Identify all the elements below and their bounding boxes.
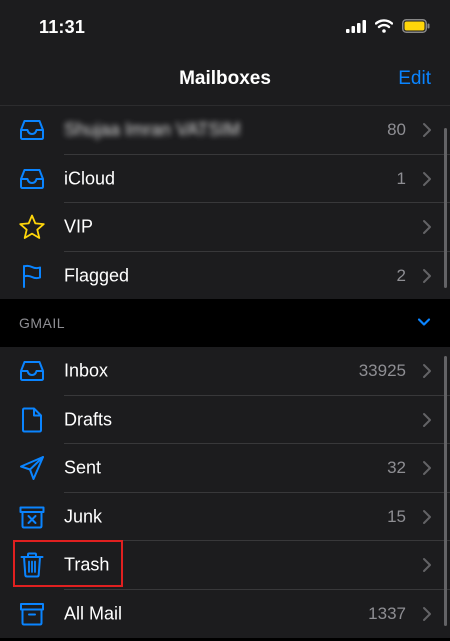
inbox-tray-icon — [18, 116, 46, 144]
edit-button[interactable]: Edit — [398, 68, 431, 90]
document-icon — [18, 406, 46, 434]
inbox-tray-icon — [18, 357, 46, 385]
mailbox-count: 15 — [387, 506, 406, 526]
navigation-bar: Mailboxes Edit — [0, 56, 450, 106]
chevron-right-icon — [423, 123, 431, 138]
mailbox-row-icloud[interactable]: iCloud 1 — [0, 155, 450, 203]
trash-highlight-box — [13, 540, 123, 587]
mailbox-row-vip[interactable]: VIP — [0, 203, 450, 252]
mailbox-label: iCloud — [64, 168, 116, 189]
mailbox-label: Sent — [64, 457, 102, 478]
mailbox-label: Drafts — [64, 409, 113, 430]
mailbox-count: 80 — [387, 120, 406, 140]
chevron-right-icon — [423, 558, 431, 573]
chevron-right-icon — [423, 171, 431, 186]
scrollbar[interactable] — [444, 356, 447, 626]
junk-bin-icon — [18, 503, 46, 531]
mailbox-row-account[interactable]: Shujaa Imran VATSIM 80 — [0, 106, 450, 155]
mailbox-count: 32 — [387, 458, 406, 478]
archive-box-icon — [18, 600, 46, 628]
chevron-right-icon — [423, 220, 431, 235]
mailbox-count: 1 — [396, 168, 406, 188]
paper-plane-icon — [18, 454, 46, 482]
chevron-right-icon — [423, 268, 431, 283]
gmail-mailboxes-list: Inbox 33925 Drafts Sent 32 Junk 15 Trash… — [0, 347, 450, 638]
mailbox-label: Shujaa Imran VATSIM — [64, 119, 241, 140]
page-title: Mailboxes — [179, 68, 271, 89]
section-title: GMAIL — [19, 315, 66, 331]
mailbox-label: Junk — [64, 506, 103, 527]
cellular-signal-icon — [346, 19, 366, 33]
wifi-icon — [375, 19, 393, 33]
inbox-tray-icon — [18, 165, 46, 193]
chevron-right-icon — [423, 412, 431, 427]
chevron-down-icon[interactable] — [417, 317, 431, 327]
chevron-right-icon — [423, 606, 431, 621]
mailbox-row-inbox[interactable]: Inbox 33925 — [0, 347, 450, 396]
battery-icon — [402, 19, 430, 33]
star-icon — [18, 213, 46, 241]
mailbox-row-flagged[interactable]: Flagged 2 — [0, 252, 450, 301]
mailbox-count: 33925 — [358, 361, 406, 381]
mailbox-label: Inbox — [64, 360, 109, 381]
mailbox-count: 1337 — [368, 603, 406, 623]
mailbox-label: Flagged — [64, 265, 130, 286]
mailbox-row-drafts[interactable]: Drafts — [0, 396, 450, 444]
mailbox-count: 2 — [396, 265, 406, 285]
mailbox-label: All Mail — [64, 603, 123, 624]
accounts-list: Shujaa Imran VATSIM 80 iCloud 1 VIP Flag… — [0, 106, 450, 300]
mailbox-row-all-mail[interactable]: All Mail 1337 — [0, 590, 450, 639]
mailbox-row-junk[interactable]: Junk 15 — [0, 493, 450, 541]
flag-icon — [18, 262, 46, 290]
status-time: 11:31 — [39, 17, 86, 37]
section-header-gmail[interactable]: GMAIL — [0, 299, 450, 347]
status-icons — [346, 19, 430, 33]
scrollbar[interactable] — [444, 128, 447, 288]
chevron-right-icon — [423, 364, 431, 379]
chevron-right-icon — [423, 461, 431, 476]
mailbox-row-sent[interactable]: Sent 32 — [0, 444, 450, 493]
status-bar: 11:31 — [0, 0, 450, 56]
chevron-right-icon — [423, 509, 431, 524]
mailbox-label: VIP — [64, 216, 94, 237]
